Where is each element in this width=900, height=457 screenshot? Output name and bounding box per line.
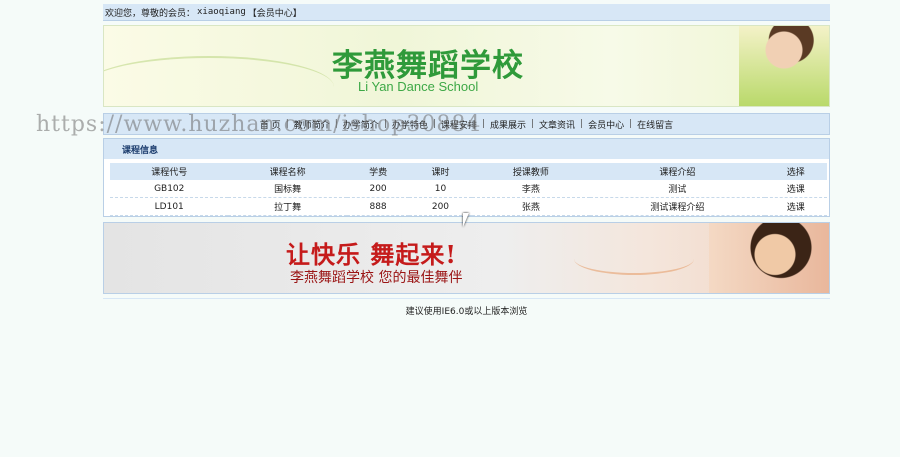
nav-features[interactable]: 办学特色	[387, 118, 433, 131]
course-code: GB102	[110, 180, 229, 198]
header-banner: 李燕舞蹈学校 Li Yan Dance School	[103, 25, 830, 107]
course-panel: 课程信息 课程代号 课程名称 学费 课时 授课教师 课程介绍 选择 GB102 …	[103, 138, 830, 217]
col-code: 课程代号	[110, 163, 229, 180]
course-table: 课程代号 课程名称 学费 课时 授课教师 课程介绍 选择 GB102 国标舞 2…	[110, 163, 827, 216]
table-header-row: 课程代号 课程名称 学费 课时 授课教师 课程介绍 选择	[110, 163, 827, 180]
promo-photo	[709, 223, 829, 293]
page-container: 欢迎您，尊敬的会员： xiaoqiang 【会员中心】 李燕舞蹈学校 Li Ya…	[103, 4, 830, 321]
promo-slogan: 让快乐 舞起来!	[286, 240, 457, 269]
nav-articles[interactable]: 文章资讯	[534, 118, 580, 131]
nav-courses[interactable]: 课程安排	[436, 118, 482, 131]
school-subtitle: Li Yan Dance School	[358, 79, 479, 94]
panel-title: 课程信息	[104, 139, 829, 159]
select-course-link[interactable]: 选课	[764, 180, 827, 198]
nav-about[interactable]: 办学简介	[338, 118, 384, 131]
footer: 建议使用IE6.0或以上版本浏览	[103, 298, 830, 321]
promo-tagline: 李燕舞蹈学校 您的最佳舞伴	[290, 270, 463, 286]
col-name: 课程名称	[228, 163, 347, 180]
course-code: LD101	[110, 197, 229, 216]
course-intro: 测试	[590, 180, 765, 198]
table-row: GB102 国标舞 200 10 李燕 测试 选课	[110, 180, 827, 198]
course-name: 拉丁舞	[228, 197, 347, 216]
course-fee: 888	[346, 197, 410, 216]
col-intro: 课程介绍	[590, 163, 765, 180]
promo-banner: 让快乐 舞起来! 李燕舞蹈学校 您的最佳舞伴	[103, 222, 830, 294]
banner-photo	[739, 26, 829, 106]
course-fee: 200	[346, 180, 410, 198]
course-teacher: 张燕	[471, 197, 591, 216]
nav-achievements[interactable]: 成果展示	[485, 118, 531, 131]
col-fee: 学费	[346, 163, 410, 180]
username: xiaoqiang	[197, 7, 246, 17]
nav-home[interactable]: 首 页	[255, 118, 286, 131]
main-nav: 首 页 | 教师简介 | 办学简介 | 办学特色 | 课程安排 | 成果展示 |…	[103, 113, 830, 135]
browser-note: 建议使用IE6.0或以上版本浏览	[405, 306, 528, 317]
course-name: 国标舞	[228, 180, 347, 198]
select-course-link[interactable]: 选课	[764, 197, 827, 216]
member-center-link[interactable]: 【会员中心】	[248, 6, 302, 19]
decorative-sparkle	[574, 243, 694, 275]
nav-member-center[interactable]: 会员中心	[583, 118, 629, 131]
decorative-swirl	[104, 56, 334, 106]
welcome-text: 欢迎您，尊敬的会员：	[105, 8, 196, 19]
course-teacher: 李燕	[471, 180, 591, 198]
welcome-bar: 欢迎您，尊敬的会员： xiaoqiang 【会员中心】	[103, 4, 830, 21]
col-teacher: 授课教师	[471, 163, 591, 180]
course-intro: 测试课程介绍	[590, 197, 765, 216]
nav-guestbook[interactable]: 在线留言	[632, 118, 678, 131]
course-hours: 10	[409, 180, 472, 198]
mouse-cursor-icon	[463, 213, 469, 227]
col-hours: 课时	[409, 163, 472, 180]
nav-teachers[interactable]: 教师简介	[289, 118, 335, 131]
col-action: 选择	[764, 163, 827, 180]
